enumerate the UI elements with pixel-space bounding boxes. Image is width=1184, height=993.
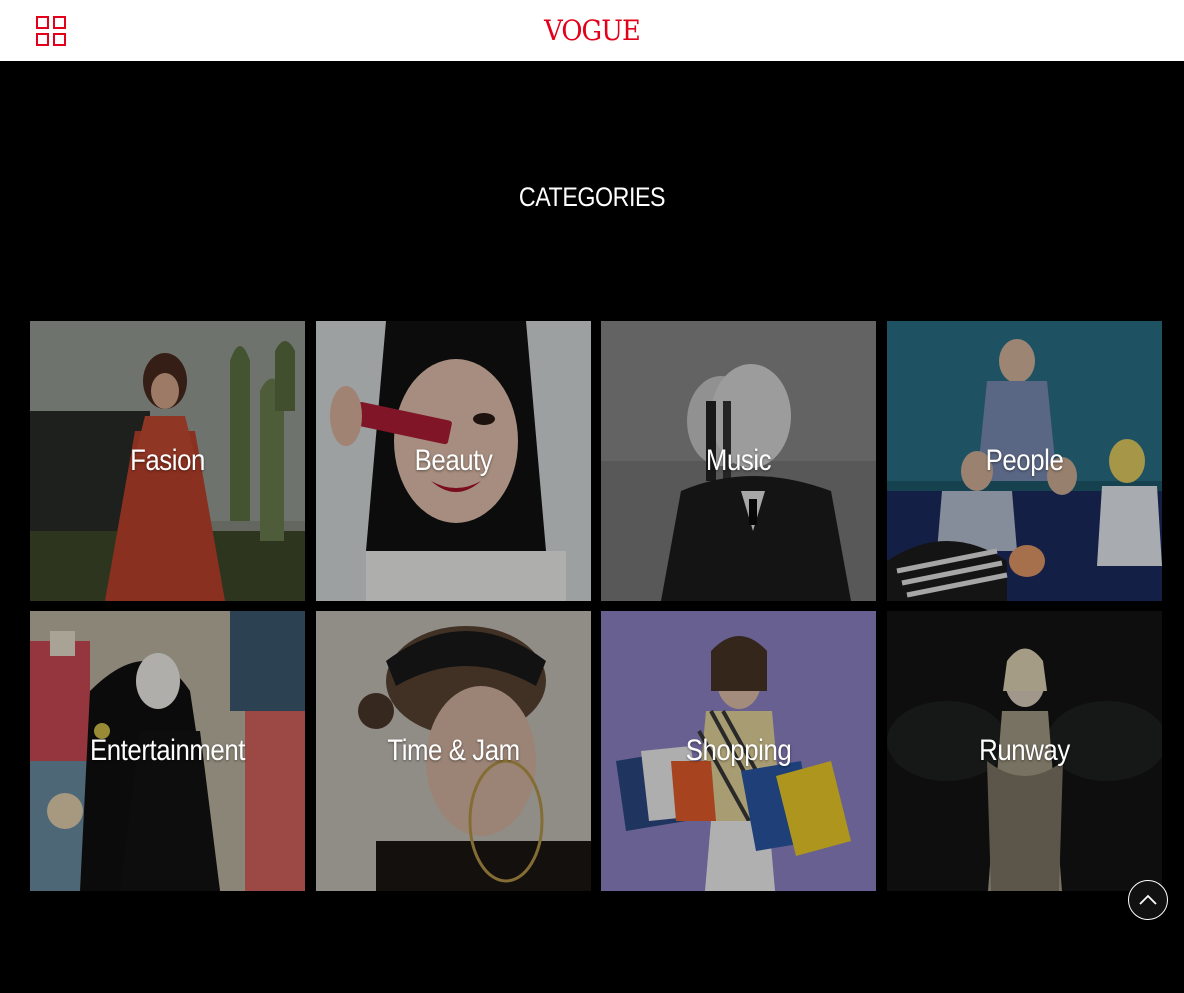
category-card-runway[interactable]: Runway [886,611,1162,891]
category-label: Shopping [686,734,792,767]
category-label: Music [706,444,772,477]
scroll-to-top-button[interactable] [1128,880,1168,920]
category-card-time-and-jam[interactable]: Time & Jam [315,611,591,891]
category-label: Runway [979,734,1070,767]
category-card-music[interactable]: Music [601,321,877,601]
category-card-fasion[interactable]: Fasion [30,321,305,601]
site-header: VOGUE [0,0,1184,61]
category-card-people[interactable]: People [886,321,1162,601]
category-card-entertainment[interactable]: Entertainment [30,611,305,891]
category-label: Beauty [414,444,493,477]
vogue-logo[interactable]: VOGUE [47,14,1136,48]
category-label: Time & Jam [386,734,520,767]
category-card-shopping[interactable]: Shopping [601,611,877,891]
category-label: Entertainment [89,734,246,767]
category-grid: Fasion Beauty Music People Entertainment… [30,321,1162,891]
category-card-beauty[interactable]: Beauty [315,321,591,601]
chevron-up-icon [1139,894,1157,905]
category-label: People [985,444,1064,477]
category-label: Fasion [130,444,205,477]
section-title: CATEGORIES [518,182,666,212]
